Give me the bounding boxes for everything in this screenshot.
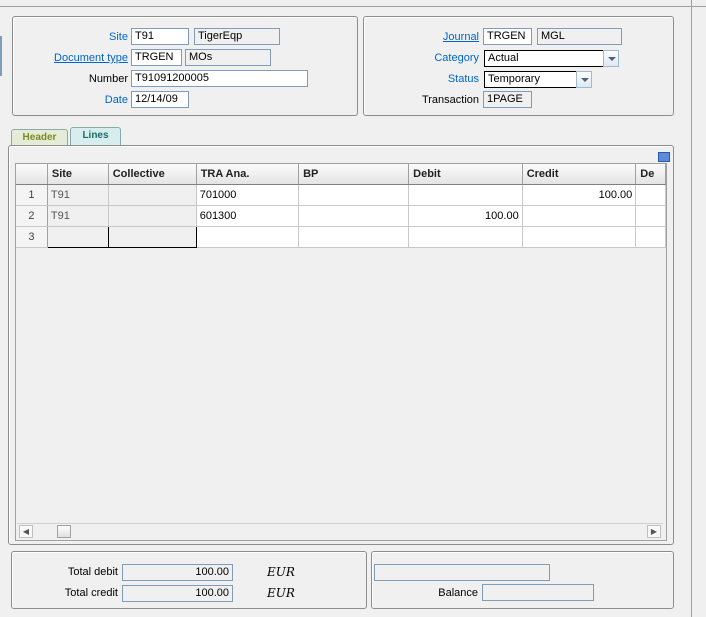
table-header-row: Site Collective TRA Ana. BP Debit Credit… <box>16 164 666 185</box>
category-dropdown-button[interactable] <box>603 50 619 67</box>
status-select[interactable]: Temporary <box>484 71 577 88</box>
window-right-edge <box>691 0 692 617</box>
cell-collective[interactable] <box>107 225 197 248</box>
balance-info-field <box>374 564 550 581</box>
column-header-de[interactable]: De <box>635 164 666 185</box>
cell-collective[interactable] <box>108 205 197 227</box>
transaction-field: 1PAGE <box>483 91 532 108</box>
balance-label: Balance <box>438 587 478 599</box>
total-debit-label: Total debit <box>67 566 118 578</box>
cell-collective[interactable] <box>108 184 197 206</box>
date-field[interactable]: 12/14/09 <box>131 91 189 108</box>
horizontal-scrollbar[interactable]: ◀ ▶ <box>17 523 663 539</box>
site-code-field[interactable]: T91 <box>131 28 189 45</box>
cell-tra-ana[interactable]: 701000 <box>196 184 300 206</box>
cell-debit[interactable] <box>408 184 523 206</box>
row-number: 3 <box>16 226 48 248</box>
cell-bp[interactable] <box>298 226 410 248</box>
cell-de[interactable] <box>635 226 666 248</box>
balance-field <box>482 584 594 601</box>
window-top-edge <box>0 0 706 7</box>
category-select[interactable]: Actual <box>484 50 604 67</box>
site-label: Site <box>109 31 128 43</box>
column-header-debit[interactable]: Debit <box>408 164 523 185</box>
cell-credit[interactable]: 100.00 <box>522 184 637 206</box>
cell-site[interactable] <box>46 225 109 248</box>
cell-credit[interactable] <box>522 226 637 248</box>
scroll-left-icon[interactable]: ◀ <box>19 525 33 538</box>
left-edge-marker <box>0 36 2 76</box>
document-type-link[interactable]: Document type <box>30 52 128 64</box>
row-number: 1 <box>16 184 48 206</box>
scroll-right-icon[interactable]: ▶ <box>647 525 661 538</box>
table-row[interactable]: 1 T91 701000 100.00 <box>16 184 666 206</box>
tab-header[interactable]: Header <box>11 129 68 146</box>
journal-link[interactable]: Journal <box>410 31 479 43</box>
table-row[interactable]: 2 T91 601300 100.00 <box>16 205 666 227</box>
column-header-bp[interactable]: BP <box>298 164 410 185</box>
total-credit-field: 100.00 <box>122 585 233 602</box>
table-row[interactable]: 3 <box>16 225 666 248</box>
column-header-collective[interactable]: Collective <box>108 164 197 185</box>
status-dropdown-button[interactable] <box>576 71 592 88</box>
journal-description-field: MGL <box>537 28 622 45</box>
cell-site[interactable]: T91 <box>47 184 109 206</box>
total-credit-label: Total credit <box>64 587 118 599</box>
cell-credit[interactable] <box>522 205 637 227</box>
row-number: 2 <box>16 205 48 227</box>
cell-tra-ana[interactable]: 601300 <box>196 205 300 227</box>
transaction-label: Transaction <box>421 94 479 106</box>
cell-tra-ana[interactable] <box>196 226 300 248</box>
number-label: Number <box>88 73 128 85</box>
cell-bp[interactable] <box>298 184 410 206</box>
document-type-description-field: MOs <box>185 49 271 66</box>
number-field[interactable]: T91091200005 <box>131 70 308 87</box>
journal-code-field[interactable]: TRGEN <box>483 28 532 45</box>
column-header-tra-ana[interactable]: TRA Ana. <box>196 164 300 185</box>
grid-settings-icon[interactable] <box>658 152 670 162</box>
total-debit-currency: EUR <box>267 565 295 579</box>
cell-de[interactable] <box>635 184 666 206</box>
lines-table: Site Collective TRA Ana. BP Debit Credit… <box>16 164 666 248</box>
cell-site[interactable]: T91 <box>47 205 109 227</box>
total-credit-currency: EUR <box>267 586 295 600</box>
column-header-credit[interactable]: Credit <box>522 164 637 185</box>
column-header-site[interactable]: Site <box>47 164 109 185</box>
row-number-header <box>16 164 48 185</box>
site-description-field: TigerEqp <box>194 28 280 45</box>
scroll-thumb[interactable] <box>57 525 71 538</box>
category-label: Category <box>434 52 479 64</box>
date-label: Date <box>104 94 128 106</box>
tab-lines[interactable]: Lines <box>70 127 121 146</box>
cell-de[interactable] <box>635 205 666 227</box>
cell-debit[interactable]: 100.00 <box>408 205 523 227</box>
cell-bp[interactable] <box>298 205 410 227</box>
document-type-code-field[interactable]: TRGEN <box>131 49 182 66</box>
cell-debit[interactable] <box>408 226 523 248</box>
total-debit-field: 100.00 <box>122 564 233 581</box>
status-label: Status <box>447 73 479 85</box>
lines-grid: Site Collective TRA Ana. BP Debit Credit… <box>15 163 667 541</box>
